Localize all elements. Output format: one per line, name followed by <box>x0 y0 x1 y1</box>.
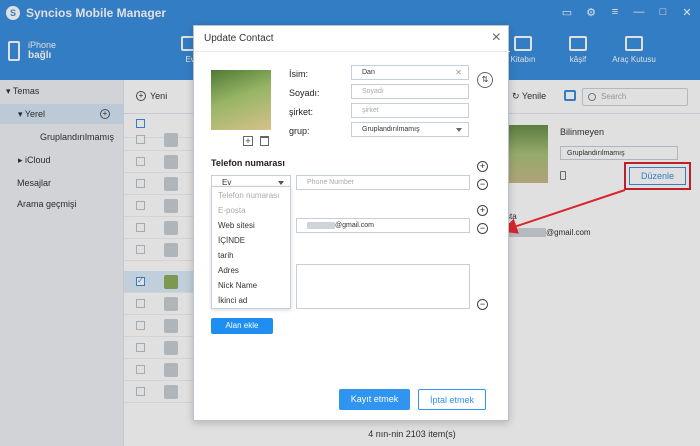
last-name-label: Soyadı: <box>289 88 320 98</box>
contact-photo[interactable] <box>211 70 271 130</box>
dialog-header: Update Contact × <box>194 26 510 52</box>
add-photo-icon[interactable]: + <box>243 136 253 146</box>
chevron-down-icon <box>456 128 462 132</box>
dropdown-option[interactable]: Nick Name <box>218 281 257 290</box>
dropdown-option[interactable]: Telefon numarası <box>218 191 279 200</box>
phone-section-title: Telefon numarası <box>211 158 285 168</box>
remove-note-icon[interactable]: − <box>477 299 488 310</box>
remove-email-icon[interactable]: − <box>477 223 488 234</box>
add-email-icon[interactable]: + <box>477 205 488 216</box>
save-button[interactable]: Kayıt etmek <box>339 389 410 410</box>
email-input[interactable]: xxxxxxxx@gmail.com <box>296 218 470 233</box>
last-name-input[interactable]: Soyadı <box>351 84 469 99</box>
dropdown-option[interactable]: Adres <box>218 266 239 275</box>
dropdown-option[interactable]: E-posta <box>218 206 246 215</box>
dropdown-option[interactable]: Web sitesi <box>218 221 255 230</box>
close-icon[interactable]: × <box>492 29 501 47</box>
group-label: grup: <box>289 126 310 136</box>
first-name-input[interactable]: Dan ✕ <box>351 65 469 80</box>
update-contact-dialog: Update Contact × + İsim: Dan ✕ Soyadı: So… <box>193 25 510 421</box>
clear-icon[interactable]: ✕ <box>455 68 462 77</box>
dialog-title: Update Contact <box>204 33 274 44</box>
note-textarea[interactable] <box>296 264 470 309</box>
dropdown-option[interactable]: İÇİNDE <box>218 236 245 245</box>
cancel-button[interactable]: İptal etmek <box>418 389 486 410</box>
remove-phone-icon[interactable]: − <box>477 179 488 190</box>
field-type-dropdown: Telefon numarası E-posta Web sitesi İÇİN… <box>211 186 291 309</box>
add-field-button[interactable]: Alan ekle <box>211 318 273 334</box>
first-name-label: İsim: <box>289 69 308 79</box>
add-phone-icon[interactable]: + <box>477 161 488 172</box>
phone-input[interactable]: Phone Number <box>296 175 470 190</box>
company-input[interactable]: şirket <box>351 103 469 118</box>
company-label: şirket: <box>289 107 314 117</box>
dropdown-option[interactable]: İkinci ad <box>218 296 247 305</box>
group-select[interactable]: Gruplandırılmamış <box>351 122 469 137</box>
sort-icon[interactable]: ⇅ <box>477 72 493 88</box>
chevron-down-icon <box>278 181 284 185</box>
dropdown-option[interactable]: tarih <box>218 251 234 260</box>
trash-icon[interactable] <box>260 136 269 146</box>
